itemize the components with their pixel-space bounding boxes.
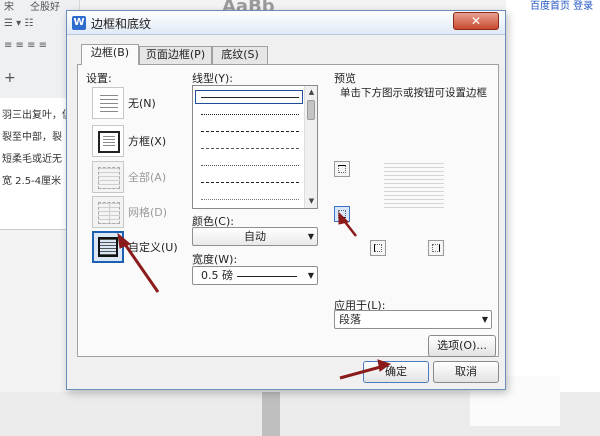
setting-none-icon[interactable] xyxy=(92,87,124,119)
dialog-titlebar[interactable]: W 边框和底纹 ✕ xyxy=(67,11,505,35)
chevron-down-icon: ▼ xyxy=(481,315,488,324)
setting-box-label[interactable]: 方框(X) xyxy=(128,133,166,149)
doc-line-2: 裂至中部，裂 xyxy=(2,132,62,143)
left-border-button[interactable] xyxy=(370,240,386,256)
options-button[interactable]: 选项(O)... xyxy=(428,335,496,357)
ok-button[interactable]: 确定 xyxy=(363,361,429,383)
chevron-down-icon: ▼ xyxy=(307,271,314,280)
setting-custom-label[interactable]: 自定义(U) xyxy=(128,239,178,255)
setting-grid-icon xyxy=(92,196,124,228)
setting-all-label: 全部(A) xyxy=(128,171,167,184)
tab-border[interactable]: 边框(B) xyxy=(81,44,139,65)
line-style-dash-dot[interactable] xyxy=(201,148,299,149)
border-tab-panel: 设置: 无(N) 方框(X) 全部(A) 网格(D) 自定义(U) 线型(Y):… xyxy=(77,64,499,357)
line-style-label: 线型(Y): xyxy=(192,72,234,85)
line-style-scrollbar[interactable]: ▲ ▼ xyxy=(304,86,317,208)
setting-none-label[interactable]: 无(N) xyxy=(128,95,156,111)
doc-line-1: 羽三出复叶，俱 xyxy=(2,110,72,121)
left-border-icon xyxy=(374,244,382,252)
color-dropdown[interactable]: 自动 ▼ xyxy=(192,227,318,246)
line-style-dotted[interactable] xyxy=(201,114,299,115)
top-border-button[interactable] xyxy=(334,161,350,177)
close-icon: ✕ xyxy=(470,14,482,28)
setting-label: 设置: xyxy=(86,72,112,85)
align-icons[interactable]: ≡ ≡ ≡ ≡ xyxy=(4,40,47,51)
line-style-dashed[interactable] xyxy=(201,131,299,132)
dialog-title: 边框和底纹 xyxy=(91,17,152,31)
width-label: 宽度(W): xyxy=(192,253,238,266)
list-icon[interactable]: ☰ ▾ ☷ xyxy=(4,18,33,29)
preview-hint: 单击下方图示或按钮可设置边框 xyxy=(340,87,487,99)
right-border-button[interactable] xyxy=(428,240,444,256)
chevron-down-icon: ▼ xyxy=(307,232,314,241)
preview-label: 预览 xyxy=(334,72,356,85)
width-value: 0.5 磅 xyxy=(201,269,233,282)
ribbon-font-name: 宋 xyxy=(4,2,14,13)
preview-page[interactable] xyxy=(384,163,444,209)
bottom-border-icon xyxy=(338,210,346,218)
width-line-sample xyxy=(237,275,297,277)
line-style-solid[interactable] xyxy=(201,97,299,98)
close-button[interactable]: ✕ xyxy=(453,12,499,30)
cancel-button[interactable]: 取消 xyxy=(433,361,499,383)
plus-icon[interactable]: + xyxy=(4,70,16,86)
setting-all-icon xyxy=(92,161,124,193)
tab-page-border[interactable]: 页面边框(P) xyxy=(139,46,212,64)
gray-column xyxy=(262,392,280,436)
wps-app-icon: W xyxy=(72,16,86,30)
bottom-border-button[interactable] xyxy=(334,206,350,222)
scroll-down-icon[interactable]: ▼ xyxy=(306,196,317,207)
apply-to-value: 段落 xyxy=(339,313,361,326)
ribbon-style-name: 仝股好 xyxy=(30,2,60,13)
line-style-dotted-fine[interactable] xyxy=(201,199,299,200)
setting-grid-label: 网格(D) xyxy=(128,206,168,219)
line-style-long-dash[interactable] xyxy=(201,182,299,183)
setting-box-icon[interactable] xyxy=(92,125,124,157)
top-links[interactable]: 百度首页 登录 xyxy=(530,0,593,12)
right-border-icon xyxy=(432,244,440,252)
scroll-up-icon[interactable]: ▲ xyxy=(306,87,317,98)
borders-shading-dialog: W 边框和底纹 ✕ 边框(B) 页面边框(P) 底纹(S) 设置: 无(N) 方… xyxy=(66,10,506,390)
apply-to-dropdown[interactable]: 段落 ▼ xyxy=(334,310,492,329)
color-value: 自动 xyxy=(244,230,266,243)
line-style-list[interactable]: ▲ ▼ xyxy=(192,85,318,209)
line-style-dash-dot-dot[interactable] xyxy=(201,165,299,166)
top-border-icon xyxy=(338,165,346,173)
doc-line-4: 宽 2.5-4厘米 xyxy=(2,176,62,187)
browser-area xyxy=(506,0,600,436)
width-dropdown[interactable]: 0.5 磅 ▼ xyxy=(192,266,318,285)
document-page: 羽三出复叶，俱 裂至中部，裂 短柔毛或近无 宽 2.5-4厘米 xyxy=(0,98,72,230)
scroll-thumb[interactable] xyxy=(307,100,315,120)
doc-line-3: 短柔毛或近无 xyxy=(2,154,62,165)
tab-shading[interactable]: 底纹(S) xyxy=(212,46,268,64)
setting-custom-icon[interactable] xyxy=(92,231,124,263)
